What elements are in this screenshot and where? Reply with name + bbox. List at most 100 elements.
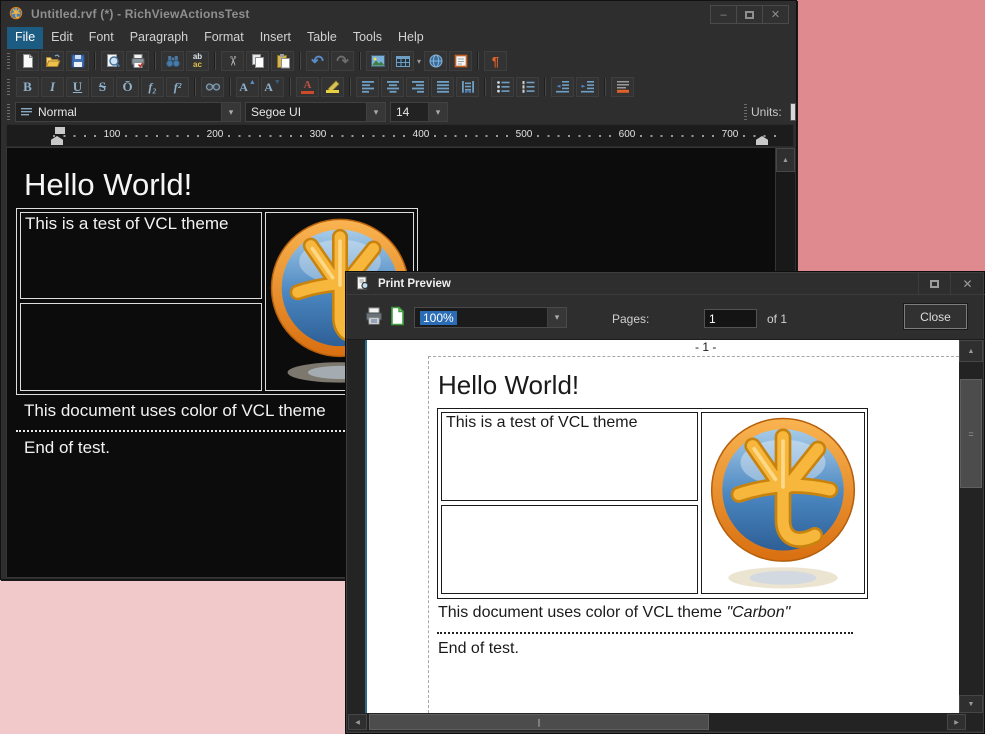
style-dropdown-icon[interactable]: ▾ — [221, 103, 240, 121]
toolbar-separator — [484, 78, 486, 96]
align-left-button[interactable] — [356, 77, 379, 97]
replace-button[interactable]: ab ac — [186, 51, 209, 71]
preview-scroll-down-button[interactable]: ▼ — [959, 695, 983, 713]
menu-edit[interactable]: Edit — [43, 27, 81, 49]
print-preview-button[interactable] — [101, 51, 124, 71]
menu-format[interactable]: Format — [196, 27, 252, 49]
show-formatting-button[interactable]: ¶ — [484, 51, 507, 71]
print-button[interactable] — [126, 51, 149, 71]
toolbar-grip[interactable] — [744, 104, 747, 120]
preview-scroll-left-button[interactable]: ◀ — [348, 714, 367, 730]
underline-button[interactable]: U — [66, 77, 89, 97]
new-button[interactable] — [16, 51, 39, 71]
toolbar-grip[interactable] — [7, 79, 10, 95]
paragraph-color-button[interactable] — [611, 77, 634, 97]
shrink-font-button[interactable]: A▼ — [261, 77, 284, 97]
redo-button[interactable]: ↷ — [331, 51, 354, 71]
font-name-combo[interactable]: Segoe UI ▾ — [245, 102, 386, 122]
margin-guide-left — [428, 356, 429, 713]
italic-button[interactable]: I — [41, 77, 64, 97]
copy-button[interactable] — [246, 51, 269, 71]
doc-table-cell-2[interactable] — [20, 303, 262, 391]
menu-file[interactable]: File — [7, 27, 43, 49]
insert-text-frame-button[interactable] — [449, 51, 472, 71]
size-dropdown-icon[interactable]: ▾ — [428, 103, 447, 121]
font-size-combo[interactable]: 14 ▾ — [390, 102, 448, 122]
superscript-button[interactable]: f² — [166, 77, 189, 97]
preview-vertical-scrollbar[interactable]: ▲ = ▼ — [959, 340, 983, 713]
undo-button[interactable]: ↶ — [306, 51, 329, 71]
preview-print-button[interactable] — [364, 306, 384, 331]
increase-indent-button[interactable] — [576, 77, 599, 97]
menu-font[interactable]: Font — [81, 27, 122, 49]
doc-scroll-up-button[interactable]: ▲ — [776, 148, 795, 172]
overline-button[interactable]: Ō — [116, 77, 139, 97]
main-titlebar[interactable]: Untitled.rvf (*) - RichViewActionsTest –… — [1, 1, 796, 27]
menu-insert[interactable]: Insert — [252, 27, 299, 49]
preview-table-cell-image — [701, 412, 865, 594]
menu-paragraph[interactable]: Paragraph — [122, 27, 196, 49]
page-setup-button[interactable] — [390, 306, 405, 331]
font-color-button[interactable]: A — [296, 77, 319, 97]
save-button[interactable] — [66, 51, 89, 71]
left-indent-marker[interactable] — [51, 136, 63, 145]
hidden-text-button[interactable] — [201, 77, 224, 97]
menu-help[interactable]: Help — [390, 27, 432, 49]
decrease-indent-button[interactable] — [551, 77, 574, 97]
table-dropdown-icon[interactable]: ▾ — [417, 57, 421, 66]
maximize-button[interactable] — [736, 5, 763, 24]
of-pages-label: of 1 — [767, 312, 787, 326]
align-center-button[interactable] — [381, 77, 404, 97]
preview-scroll-right-button[interactable]: ▶ — [947, 714, 966, 730]
find-button[interactable] — [161, 51, 184, 71]
toolbar-grip[interactable] — [7, 53, 10, 69]
font-dropdown-icon[interactable]: ▾ — [366, 103, 385, 121]
preview-page-break-line — [437, 632, 853, 634]
grow-font-button[interactable]: A▲ — [236, 77, 259, 97]
first-line-indent-marker[interactable] — [55, 127, 65, 134]
cut-button[interactable]: ✂ — [221, 51, 244, 71]
paste-button[interactable] — [271, 51, 294, 71]
subscript-button[interactable]: f₂ — [141, 77, 164, 97]
numbering-button[interactable] — [516, 77, 539, 97]
bullets-button[interactable] — [491, 77, 514, 97]
preview-vscroll-thumb[interactable]: = — [960, 379, 982, 488]
zoom-combo[interactable]: 100% ▾ — [414, 307, 567, 328]
preview-close-button[interactable]: ✕ — [950, 273, 984, 295]
align-right-button[interactable] — [406, 77, 429, 97]
right-indent-marker[interactable] — [756, 136, 768, 145]
standard-toolbar: ab ac ✂ ↶ ↷ ▾ ¶ — [1, 49, 796, 73]
align-justify-button[interactable] — [431, 77, 454, 97]
ruler-mark: 700 — [719, 129, 742, 140]
fit-width-button[interactable] — [456, 77, 479, 97]
insert-hyperlink-button[interactable] — [424, 51, 447, 71]
minimize-button[interactable]: – — [710, 5, 737, 24]
toolbar-separator — [154, 52, 156, 70]
save-icon — [70, 53, 86, 69]
preview-titlebar[interactable]: Print Preview ✕ — [347, 273, 985, 295]
menu-tools[interactable]: Tools — [345, 27, 390, 49]
pages-input[interactable] — [704, 309, 757, 328]
close-button[interactable]: ✕ — [762, 5, 789, 24]
desktop: Untitled.rvf (*) - RichViewActionsTest –… — [0, 0, 985, 734]
highlight-button[interactable] — [321, 77, 344, 97]
preview-close-action-button[interactable]: Close — [904, 304, 967, 329]
preview-scroll-up-button[interactable]: ▲ — [959, 340, 983, 362]
bold-button[interactable]: B — [16, 77, 39, 97]
paragraph-style-combo[interactable]: Normal ▾ — [15, 102, 241, 122]
preview-table-cell-text: This is a test of VCL theme — [446, 414, 637, 431]
strikethrough-button[interactable]: S — [91, 77, 114, 97]
menu-table[interactable]: Table — [299, 27, 345, 49]
globe-icon — [428, 53, 444, 69]
table-icon — [395, 53, 411, 69]
units-combo-clipped[interactable] — [790, 103, 796, 121]
preview-horizontal-scrollbar[interactable]: ◀ ∥ ▶ — [347, 713, 983, 731]
toolbar-grip[interactable] — [7, 104, 10, 120]
insert-picture-button[interactable] — [366, 51, 389, 71]
open-button[interactable] — [41, 51, 64, 71]
insert-table-button[interactable] — [391, 51, 414, 71]
zoom-dropdown-icon[interactable]: ▾ — [547, 308, 566, 327]
preview-theme-name: "Carbon" — [726, 604, 790, 621]
preview-hscroll-thumb[interactable]: ∥ — [369, 714, 709, 730]
preview-maximize-button[interactable] — [918, 273, 949, 295]
